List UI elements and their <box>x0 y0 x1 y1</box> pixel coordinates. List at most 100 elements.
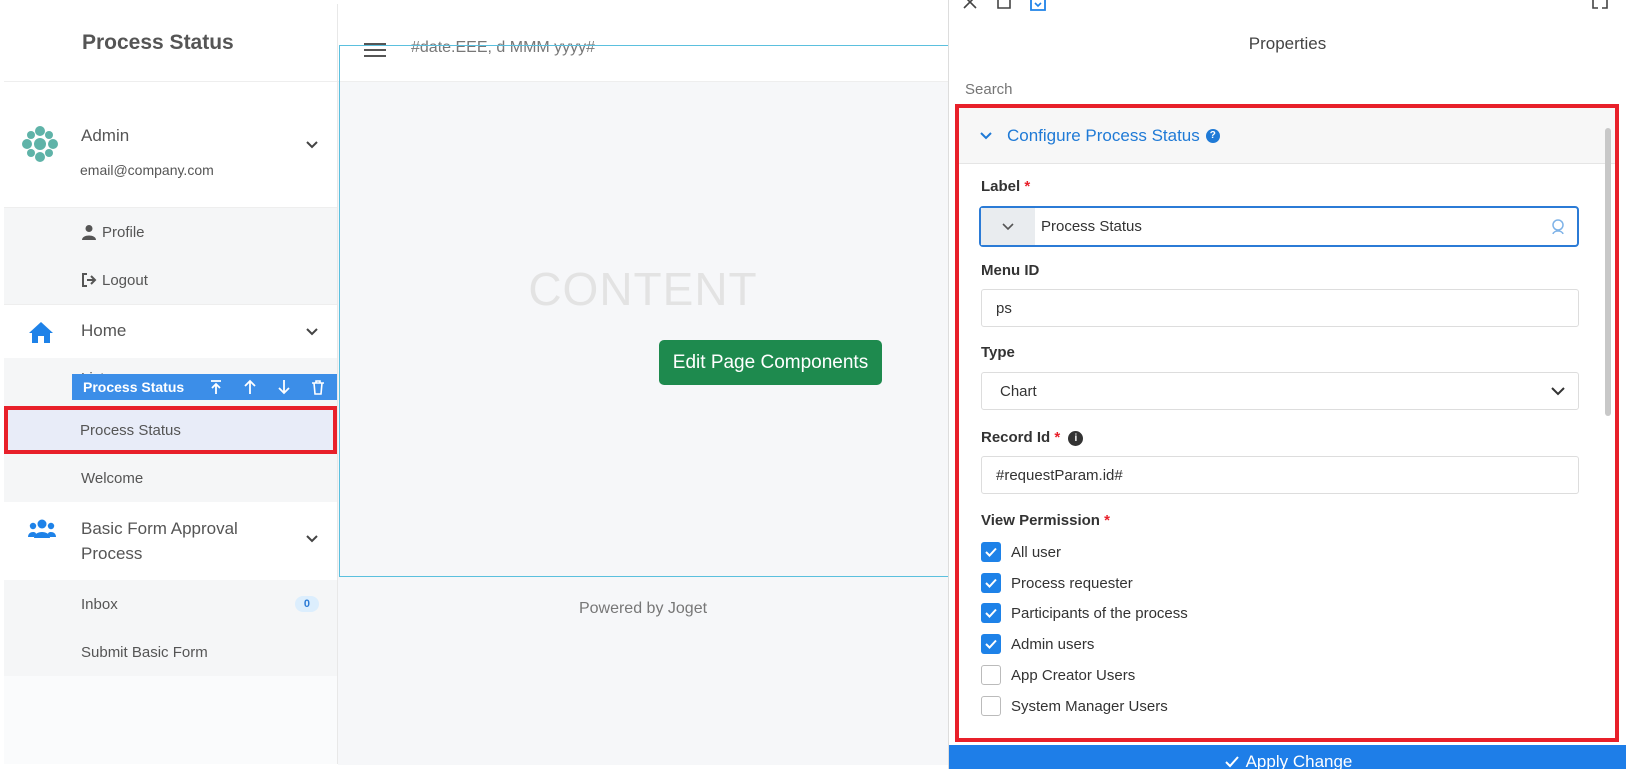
apply-change-button[interactable]: Apply Change <box>949 745 1626 769</box>
header-date: #date.EEE, d MMM yyyy# <box>411 39 596 56</box>
option-label: Process requester <box>1011 574 1133 592</box>
arrow-up-icon[interactable] <box>242 379 258 395</box>
permission-option[interactable]: Participants of the process <box>981 603 1188 623</box>
info-icon[interactable]: i <box>1068 430 1084 446</box>
element-toolbar: Process Status <box>72 374 337 400</box>
arrow-down-icon[interactable] <box>276 379 292 395</box>
chevron-down-icon <box>1002 222 1014 230</box>
sidebar: Process Status Admin email@company.com P… <box>4 4 338 764</box>
check-icon <box>985 639 997 649</box>
menu-item-label: Welcome <box>81 469 144 487</box>
menu-item-logout[interactable]: Logout <box>4 256 337 304</box>
permission-option[interactable]: System Manager Users <box>981 696 1168 716</box>
view-permission-label: View Permission * <box>981 512 1110 529</box>
type-label: Type <box>981 344 1015 361</box>
label-field-label: Label * <box>981 178 1031 195</box>
translate-icon[interactable] <box>1549 218 1567 236</box>
user-submenu: Profile Logout <box>4 208 337 304</box>
menu-item-profile[interactable]: Profile <box>4 208 337 256</box>
app-brand-title[interactable]: Process Status <box>4 4 337 82</box>
edit-page-components-button[interactable]: Edit Page Components <box>659 340 882 385</box>
user-profile-block[interactable]: Admin email@company.com <box>4 82 337 208</box>
menu-id-label: Menu ID <box>981 262 1040 279</box>
permission-option[interactable]: App Creator Users <box>981 665 1135 685</box>
menu-item-label: Inbox <box>81 595 118 613</box>
checkbox-checked[interactable] <box>981 573 1001 593</box>
record-id-field[interactable]: #requestParam.id# <box>981 456 1579 494</box>
chevron-down-icon <box>1551 387 1565 396</box>
chevron-down-icon[interactable] <box>305 325 319 339</box>
hamburger-menu-icon[interactable] <box>364 42 386 58</box>
chevron-down-icon[interactable] <box>305 532 319 546</box>
chevron-down-icon <box>980 131 992 139</box>
menu-item-list[interactable]: List Process Status <box>4 358 337 406</box>
menu-item-inbox[interactable]: Inbox 0 <box>4 580 337 628</box>
option-label: App Creator Users <box>1011 666 1136 684</box>
logout-icon <box>82 273 97 287</box>
label-field-value[interactable]: Process Status <box>1035 218 1549 235</box>
home-icon <box>29 322 53 343</box>
users-icon <box>28 519 56 538</box>
permission-option[interactable]: All user <box>981 542 1061 562</box>
permission-option[interactable]: Admin users <box>981 634 1094 654</box>
trash-icon[interactable] <box>310 379 326 395</box>
configure-section: Configure Process Status ? Label * Proce… <box>955 104 1619 742</box>
section-header[interactable]: Configure Process Status ? <box>959 108 1615 164</box>
search-input[interactable] <box>965 76 1585 102</box>
toolbar-title: Process Status <box>83 379 185 395</box>
sidebar-item-label: Basic Form Approval Process <box>81 519 238 563</box>
properties-panel: Properties Configure Process Status ? La… <box>948 0 1626 769</box>
user-name: Admin <box>81 126 130 145</box>
panel-title: Properties <box>1248 34 1327 53</box>
scrollbar[interactable] <box>1604 116 1612 736</box>
checkbox-checked[interactable] <box>981 542 1001 562</box>
check-icon <box>985 547 997 557</box>
type-select[interactable]: Chart <box>981 372 1579 410</box>
label-field[interactable]: Process Status <box>979 206 1579 247</box>
close-icon[interactable] <box>961 0 979 12</box>
language-select[interactable] <box>981 208 1035 245</box>
option-label: Admin users <box>1011 635 1095 653</box>
sidebar-item-basic-form[interactable]: Basic Form Approval Process <box>4 502 337 580</box>
paste-icon[interactable] <box>1029 0 1047 12</box>
menu-item-process-status[interactable]: Process Status <box>4 406 337 454</box>
avatar <box>22 126 58 162</box>
user-icon <box>82 225 96 240</box>
section-title: Configure Process Status <box>1007 125 1200 145</box>
menu-id-field[interactable]: ps <box>981 289 1579 327</box>
option-label: Participants of the process <box>1011 604 1188 622</box>
copy-icon[interactable] <box>995 0 1013 12</box>
home-submenu: List Process Status Process Status <box>4 358 337 502</box>
check-icon <box>985 578 997 588</box>
panel-toolbar <box>961 0 1047 12</box>
check-icon <box>985 608 997 618</box>
checkbox-unchecked[interactable] <box>981 696 1001 716</box>
record-id-label: Record Id * i <box>981 429 1084 446</box>
type-select-value: Chart <box>1000 382 1037 400</box>
sidebar-item-home[interactable]: Home <box>4 304 337 358</box>
menu-item-label: Profile <box>102 223 145 241</box>
expand-icon[interactable] <box>1592 0 1608 10</box>
permission-option[interactable]: Process requester <box>981 573 1133 593</box>
checkbox-checked[interactable] <box>981 634 1001 654</box>
menu-item-welcome[interactable]: Welcome <box>4 454 337 502</box>
footer-text: Powered by Joget <box>578 600 708 617</box>
inbox-count-badge: 0 <box>294 596 319 612</box>
chevron-down-icon[interactable] <box>305 138 319 152</box>
menu-item-submit-basic-form[interactable]: Submit Basic Form <box>4 628 337 676</box>
basic-form-submenu: Inbox 0 Submit Basic Form <box>4 580 337 676</box>
checkbox-unchecked[interactable] <box>981 665 1001 685</box>
top-header: #date.EEE, d MMM yyyy# <box>338 4 948 82</box>
scrollbar-thumb[interactable] <box>1605 128 1611 416</box>
content-placeholder: CONTENT <box>528 263 758 315</box>
help-icon[interactable]: ? <box>1205 128 1220 143</box>
move-top-icon[interactable] <box>208 379 224 395</box>
menu-item-label: Process Status <box>80 421 181 439</box>
checkbox-checked[interactable] <box>981 603 1001 623</box>
option-label: System Manager Users <box>1011 697 1168 715</box>
user-email: email@company.com <box>80 162 214 178</box>
menu-item-label: Logout <box>102 271 148 289</box>
menu-item-label: Submit Basic Form <box>81 643 208 661</box>
page-canvas: CONTENT Edit Page Components Powered by … <box>338 82 948 765</box>
option-label: All user <box>1011 543 1062 561</box>
